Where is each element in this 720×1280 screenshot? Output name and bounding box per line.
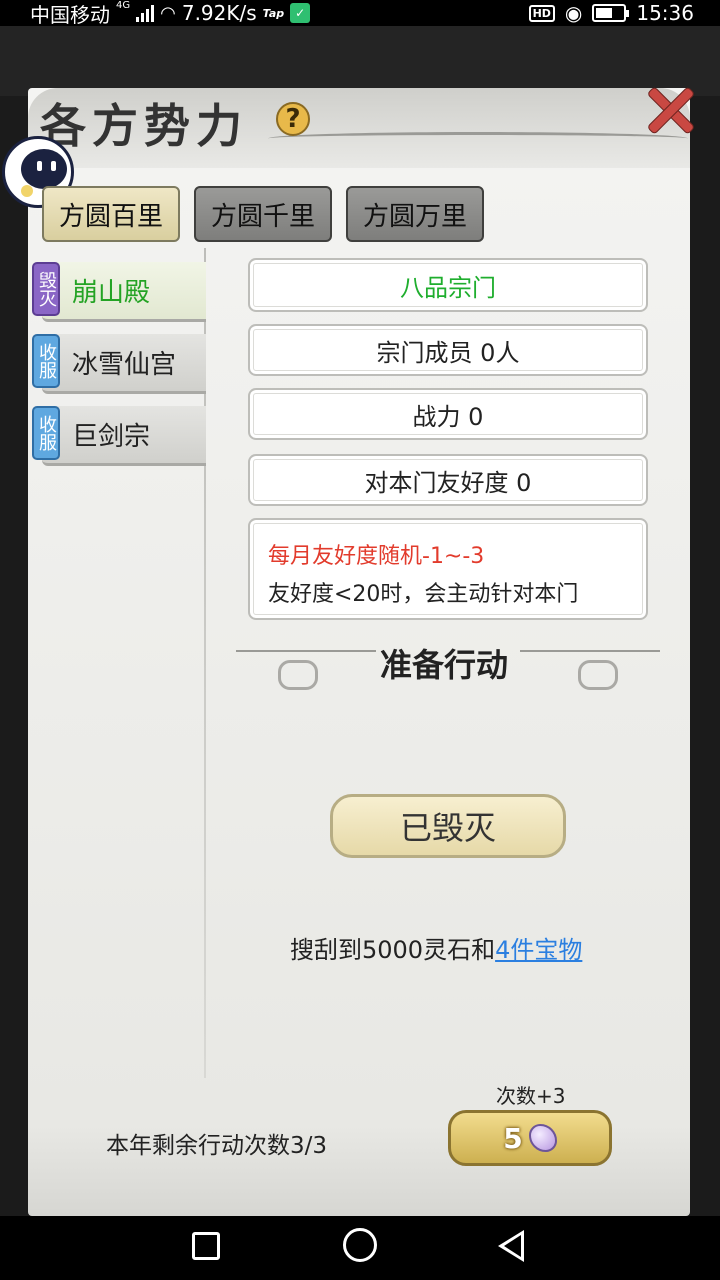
- badge-text: 收服: [36, 415, 57, 451]
- recent-apps-icon[interactable]: [192, 1232, 220, 1260]
- buy-times-button[interactable]: 5: [448, 1110, 612, 1166]
- faction-item-bengshan[interactable]: 崩山殿: [42, 262, 206, 322]
- app-notification-icon: ✓: [290, 3, 311, 23]
- times-bonus-label: 次数+3: [496, 1084, 566, 1108]
- status-badge: 毁灭: [32, 262, 60, 316]
- faction-friendship: 对本门友好度 0: [248, 454, 648, 506]
- status-bar: 中国移动 4G ◠ 7.92K/s Tap ✓ HD ◉ 15:36: [0, 0, 720, 27]
- dialog-title: 各方势力: [40, 99, 248, 153]
- tab-region[interactable]: 方圆千里: [194, 186, 332, 242]
- speed-label: 7.92K/s: [181, 1, 257, 25]
- ornament-curl-right: [578, 660, 618, 690]
- times-cost: 5: [503, 1121, 523, 1155]
- badge-text: 毁灭: [36, 271, 57, 307]
- faction-item-bingxue[interactable]: 冰雪仙宫: [42, 334, 206, 394]
- faction-power: 战力 0: [248, 388, 648, 440]
- treasure-link[interactable]: 4件宝物: [495, 936, 582, 964]
- status-badge: 收服: [32, 334, 60, 388]
- faction-rank: 八品宗门: [248, 258, 648, 312]
- faction-members: 宗门成员 0人: [248, 324, 648, 376]
- battery-icon: [592, 4, 630, 22]
- network-label: 4G: [116, 0, 131, 11]
- badge-text: 收服: [36, 343, 57, 379]
- tab-world[interactable]: 方圆万里: [346, 186, 484, 242]
- carrier-label: 中国移动: [30, 2, 110, 27]
- friendship-note: 每月友好度随机-1~-3 友好度<20时，会主动针对本门: [248, 518, 648, 620]
- status-badge: 收服: [32, 406, 60, 460]
- signal-icon: [136, 4, 155, 22]
- tap-icon: Tap: [262, 6, 285, 20]
- gem-icon: [528, 1124, 557, 1152]
- ornament-curl-left: [278, 660, 318, 690]
- eye-icon: ◉: [564, 1, 583, 25]
- action-section-title: 准备行动: [380, 646, 509, 684]
- home-icon[interactable]: [343, 1228, 377, 1262]
- loot-text: 搜刮到5000灵石和4件宝物: [290, 930, 582, 965]
- note-line-rule: 友好度<20时，会主动针对本门: [268, 582, 579, 607]
- remaining-actions: 本年剩余行动次数3/3: [106, 1133, 328, 1159]
- system-nav-bar: [0, 1216, 720, 1280]
- note-line-warning: 每月友好度随机-1~-3: [268, 544, 485, 569]
- close-icon[interactable]: [640, 80, 698, 138]
- faction-name: 崩山殿: [72, 278, 151, 308]
- loot-description: 搜刮到5000灵石和: [290, 936, 496, 964]
- faction-item-jujian[interactable]: 巨剑宗: [42, 406, 206, 466]
- destroyed-button[interactable]: 已毁灭: [330, 794, 566, 858]
- background-game: [0, 26, 720, 96]
- help-icon[interactable]: ?: [276, 102, 310, 136]
- hd-icon: HD: [528, 4, 555, 22]
- back-icon[interactable]: [498, 1230, 524, 1262]
- wifi-icon: ◠: [160, 2, 176, 24]
- tab-nearby[interactable]: 方圆百里: [42, 186, 180, 242]
- clock: 15:36: [636, 1, 694, 25]
- faction-name: 冰雪仙宫: [72, 350, 177, 380]
- faction-name: 巨剑宗: [72, 422, 151, 452]
